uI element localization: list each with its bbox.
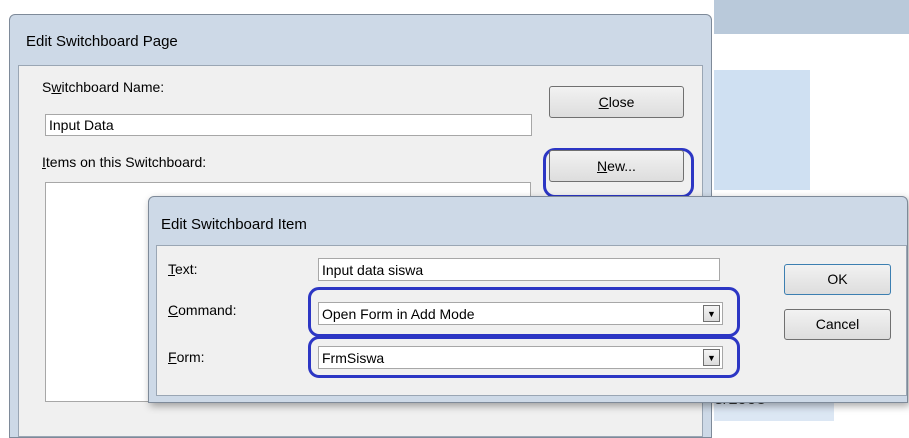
dialog-title: Edit Switchboard Item bbox=[161, 216, 307, 233]
items-list-label: Items on this Switchboard: bbox=[42, 154, 207, 170]
ok-button[interactable]: OK bbox=[784, 264, 891, 295]
form-label: Form: bbox=[168, 349, 205, 365]
close-button[interactable]: Close bbox=[549, 86, 684, 118]
dropdown-arrow-icon[interactable]: ▼ bbox=[703, 349, 720, 366]
switchboard-name-input[interactable] bbox=[45, 114, 532, 136]
background-panel bbox=[714, 70, 810, 190]
item-text-input[interactable] bbox=[318, 258, 720, 281]
dropdown-arrow-icon[interactable]: ▼ bbox=[703, 305, 720, 322]
dialog-client-area: Text: Command: Open Form in Add Mode ▼ F… bbox=[156, 245, 907, 396]
edit-switchboard-item-dialog: Edit Switchboard Item Text: Command: Ope… bbox=[148, 196, 908, 403]
background-window-titlebar bbox=[714, 0, 909, 34]
form-select[interactable]: FrmSiswa ▼ bbox=[318, 346, 723, 369]
text-label: Text: bbox=[168, 261, 198, 277]
cancel-button[interactable]: Cancel bbox=[784, 309, 891, 340]
dialog-title: Edit Switchboard Page bbox=[26, 33, 178, 50]
switchboard-name-label: Switchboard Name: bbox=[42, 79, 165, 95]
new-button[interactable]: New... bbox=[549, 150, 684, 182]
form-select-value: FrmSiswa bbox=[322, 350, 385, 366]
command-select[interactable]: Open Form in Add Mode ▼ bbox=[318, 302, 723, 325]
command-label: Command: bbox=[168, 302, 237, 318]
command-select-value: Open Form in Add Mode bbox=[322, 306, 475, 322]
